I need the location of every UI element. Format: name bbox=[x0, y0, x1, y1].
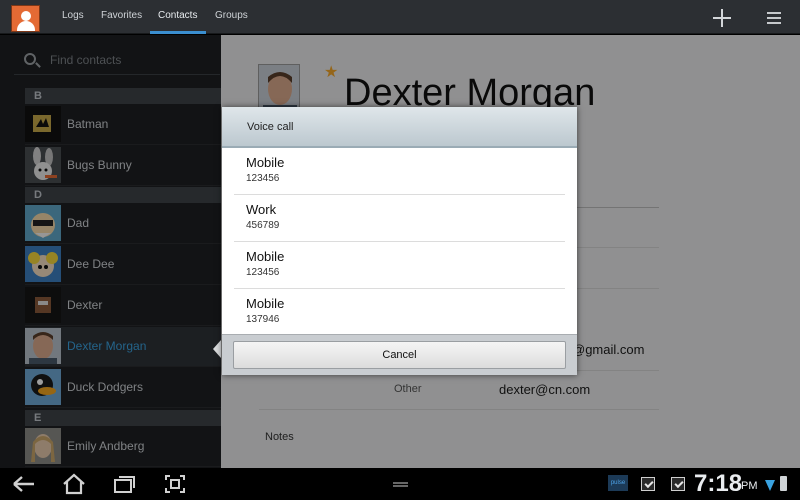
home-icon[interactable] bbox=[62, 473, 86, 495]
call-option-work[interactable]: Work 456789 bbox=[234, 195, 565, 242]
tab-contacts[interactable]: Contacts bbox=[150, 0, 206, 34]
option-type: Work bbox=[246, 202, 277, 217]
call-option-mobile-3[interactable]: Mobile 137946 bbox=[234, 289, 565, 336]
option-number: 123456 bbox=[246, 173, 280, 184]
pulse-app-icon[interactable]: pulse bbox=[608, 475, 628, 491]
option-type: Mobile bbox=[246, 249, 285, 264]
recent-apps-icon[interactable] bbox=[112, 473, 136, 495]
option-number: 137946 bbox=[246, 314, 280, 325]
task-notification-icon[interactable] bbox=[641, 477, 655, 491]
dialog-title: Voice call bbox=[222, 107, 577, 148]
tab-groups[interactable]: Groups bbox=[215, 0, 248, 34]
voice-call-dialog: Voice call Mobile 123456 Work 456789 Mob… bbox=[222, 107, 577, 375]
menu-icon[interactable] bbox=[767, 12, 781, 24]
clock-ampm: PM bbox=[741, 480, 758, 492]
tab-favorites[interactable]: Favorites bbox=[101, 0, 142, 34]
call-option-mobile-1[interactable]: Mobile 123456 bbox=[234, 148, 565, 195]
cancel-button[interactable]: Cancel bbox=[233, 341, 566, 369]
call-option-mobile-2[interactable]: Mobile 123456 bbox=[234, 242, 565, 289]
back-icon[interactable] bbox=[12, 473, 36, 495]
add-icon[interactable] bbox=[713, 9, 731, 27]
option-number: 123456 bbox=[246, 267, 280, 278]
clock-time[interactable]: 7:18 bbox=[694, 470, 742, 498]
contacts-app-icon[interactable] bbox=[11, 5, 40, 32]
wifi-icon bbox=[765, 477, 775, 491]
calendar-notification-icon[interactable] bbox=[671, 477, 685, 491]
selection-pointer bbox=[213, 340, 221, 358]
option-number: 456789 bbox=[246, 220, 280, 231]
option-type: Mobile bbox=[246, 296, 285, 311]
dialog-footer: Cancel bbox=[222, 334, 577, 375]
option-type: Mobile bbox=[246, 155, 285, 170]
action-bar: Logs Favorites Contacts Groups bbox=[0, 0, 800, 34]
system-bar: pulse 7:18 PM bbox=[0, 468, 800, 500]
screenshot-icon[interactable] bbox=[163, 473, 187, 495]
handle-icon bbox=[393, 482, 408, 487]
tab-logs[interactable]: Logs bbox=[62, 0, 84, 34]
battery-icon bbox=[780, 476, 787, 491]
